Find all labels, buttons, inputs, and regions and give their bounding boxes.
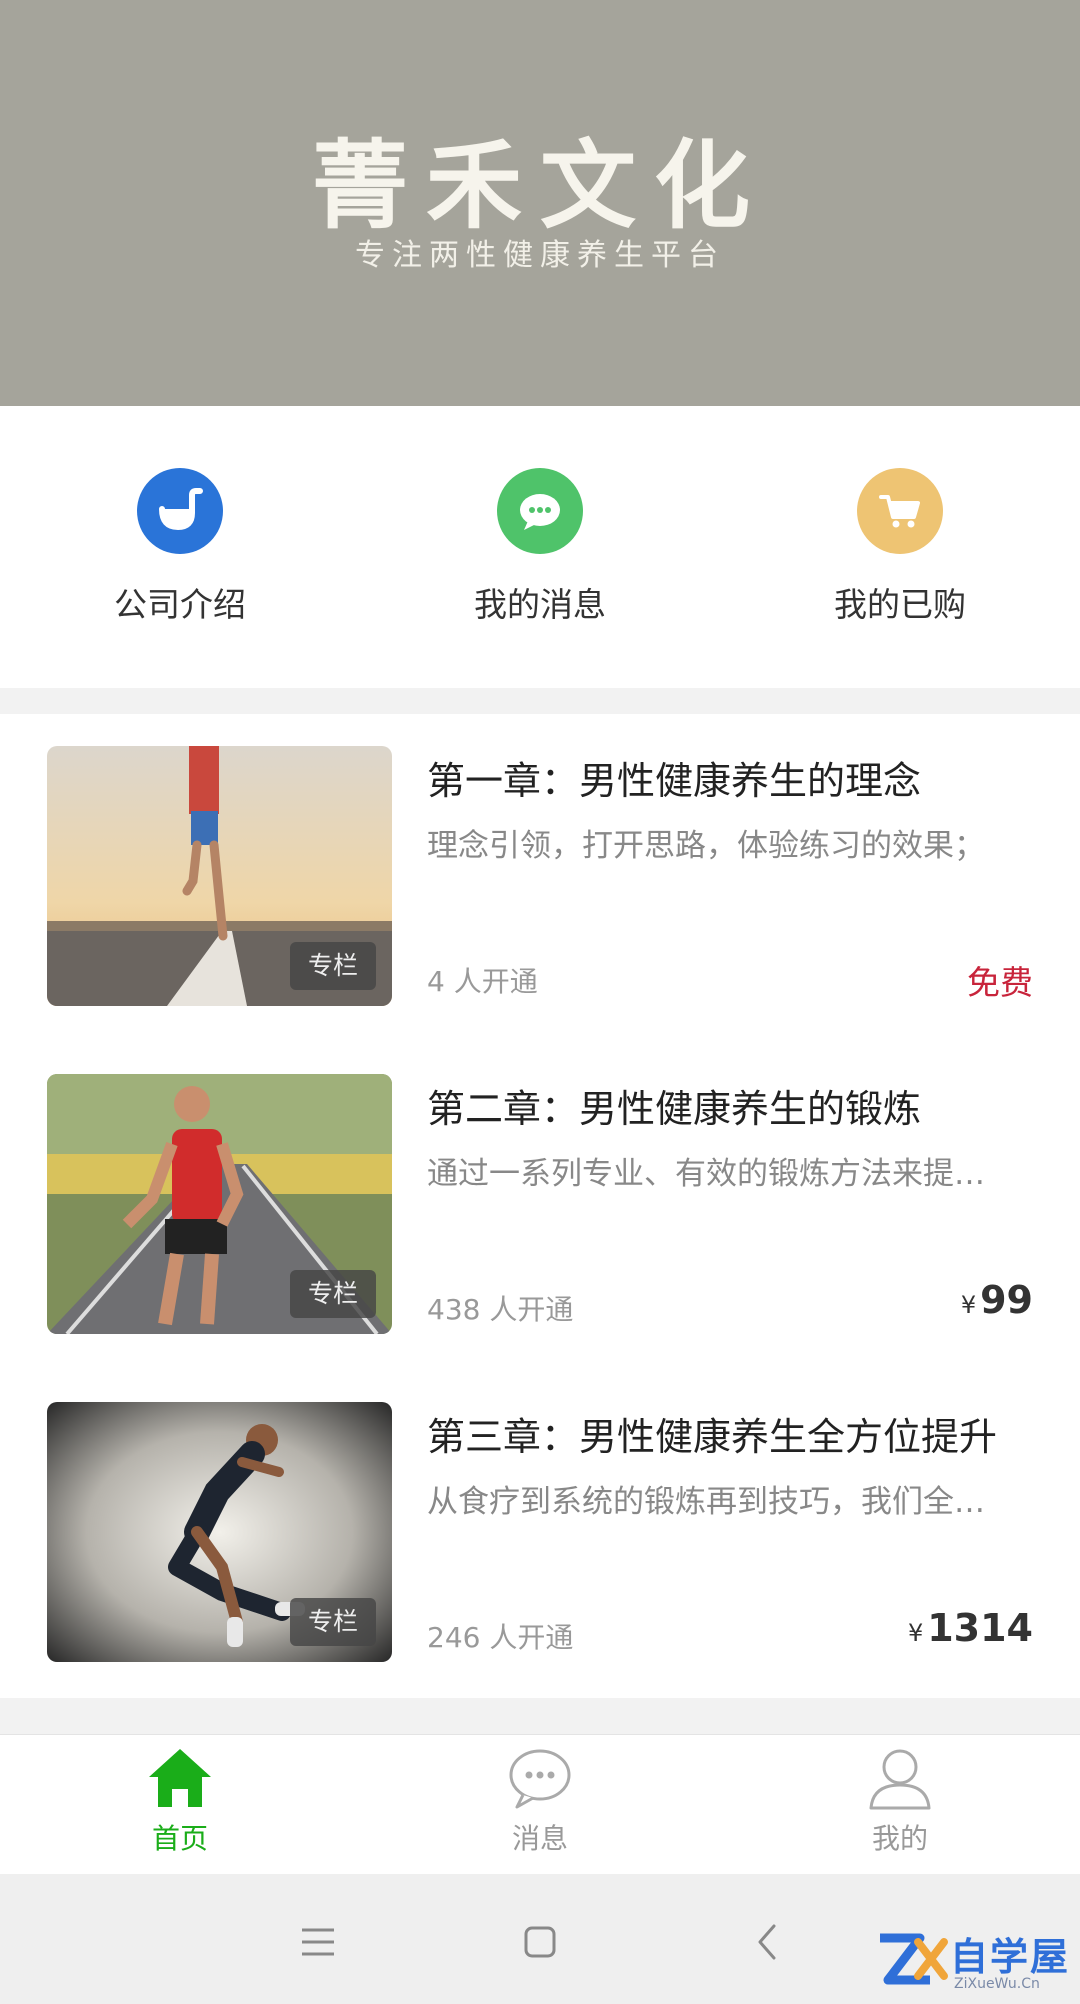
course-price: 免费 xyxy=(963,956,1033,1004)
course-title: 第二章：男性健康养生的锻炼 xyxy=(427,1087,922,1131)
quick-link-label: 公司介绍 xyxy=(114,585,246,624)
price-value: 1314 xyxy=(927,1606,1033,1650)
hero-banner[interactable]: 菁禾文化 专注两性健康养生平台 xyxy=(0,0,1080,406)
price-value: 免费 xyxy=(967,963,1033,1002)
course-list: 专栏 第一章：男性健康养生的理念 理念引领，打开思路，体验练习的效果； 4 人开… xyxy=(0,714,1080,1698)
column-tag: 专栏 xyxy=(290,1598,376,1646)
price-currency: ¥ xyxy=(907,1619,924,1647)
home-icon xyxy=(149,1749,211,1807)
course-title: 第三章：男性健康养生全方位提升 xyxy=(427,1415,998,1459)
message-icon xyxy=(497,468,583,554)
quick-link-label: 我的消息 xyxy=(474,585,606,624)
brand-subtitle: 专注两性健康养生平台 xyxy=(355,238,725,273)
quick-link-label: 我的已购 xyxy=(834,585,966,624)
course-title: 第一章：男性健康养生的理念 xyxy=(427,759,922,803)
quick-link-purchased[interactable]: 我的已购 xyxy=(720,468,1080,626)
tab-label: 消息 xyxy=(511,1822,568,1855)
tab-home[interactable]: 首页 xyxy=(0,1745,360,1857)
company-icon xyxy=(137,468,223,554)
column-tag: 专栏 xyxy=(290,942,376,990)
tab-profile[interactable]: 我的 xyxy=(720,1745,1080,1857)
menu-icon[interactable] xyxy=(288,1912,348,1972)
cart-icon xyxy=(857,468,943,554)
subscriber-count: 438 人开通 xyxy=(427,1293,574,1326)
zx-logo-icon xyxy=(880,1933,948,1985)
profile-icon xyxy=(869,1749,931,1810)
bottom-tab-bar: 首页 消息 我的 xyxy=(0,1734,1080,1875)
course-description: 理念引领，打开思路，体验练习的效果； xyxy=(427,828,985,864)
quick-link-company[interactable]: 公司介绍 xyxy=(0,468,360,626)
course-price: ¥1314 xyxy=(908,1606,1033,1650)
chat-icon xyxy=(509,1749,571,1809)
course-item[interactable]: 专栏 第二章：男性健康养生的锻炼 通过一系列专业、有效的锻炼方法来提… 438 … xyxy=(0,1042,1080,1334)
course-thumbnail: 专栏 xyxy=(47,1402,392,1662)
price-currency: ¥ xyxy=(960,1291,977,1319)
subscriber-count: 4 人开通 xyxy=(427,965,538,998)
column-tag: 专栏 xyxy=(290,1270,376,1318)
watermark-subtext: ZiXueWu.Cn xyxy=(954,1976,1040,1992)
watermark-text: 自学屋 xyxy=(950,1935,1071,1979)
course-item[interactable]: 专栏 第三章：男性健康养生全方位提升 从食疗到系统的锻炼再到技巧，我们全… 24… xyxy=(0,1370,1080,1662)
course-thumbnail: 专栏 xyxy=(47,1074,392,1334)
tab-messages[interactable]: 消息 xyxy=(360,1745,720,1857)
home-square-icon[interactable] xyxy=(510,1912,570,1972)
course-item[interactable]: 专栏 第一章：男性健康养生的理念 理念引领，打开思路，体验练习的效果； 4 人开… xyxy=(0,714,1080,1006)
course-price: ¥99 xyxy=(961,1278,1033,1322)
watermark: 自学屋 ZiXueWu.Cn xyxy=(874,1924,1080,2004)
quick-links: 公司介绍 我的消息 我的已购 xyxy=(0,406,1080,688)
tab-label: 我的 xyxy=(871,1822,928,1855)
price-value: 99 xyxy=(980,1278,1033,1322)
quick-link-messages[interactable]: 我的消息 xyxy=(360,468,720,626)
tab-label: 首页 xyxy=(151,1822,208,1855)
subscriber-count: 246 人开通 xyxy=(427,1621,574,1654)
brand-title: 菁禾文化 xyxy=(312,129,768,242)
course-thumbnail: 专栏 xyxy=(47,746,392,1006)
course-description: 通过一系列专业、有效的锻炼方法来提… xyxy=(427,1156,985,1192)
course-description: 从食疗到系统的锻炼再到技巧，我们全… xyxy=(427,1484,985,1520)
back-icon[interactable] xyxy=(738,1912,798,1972)
